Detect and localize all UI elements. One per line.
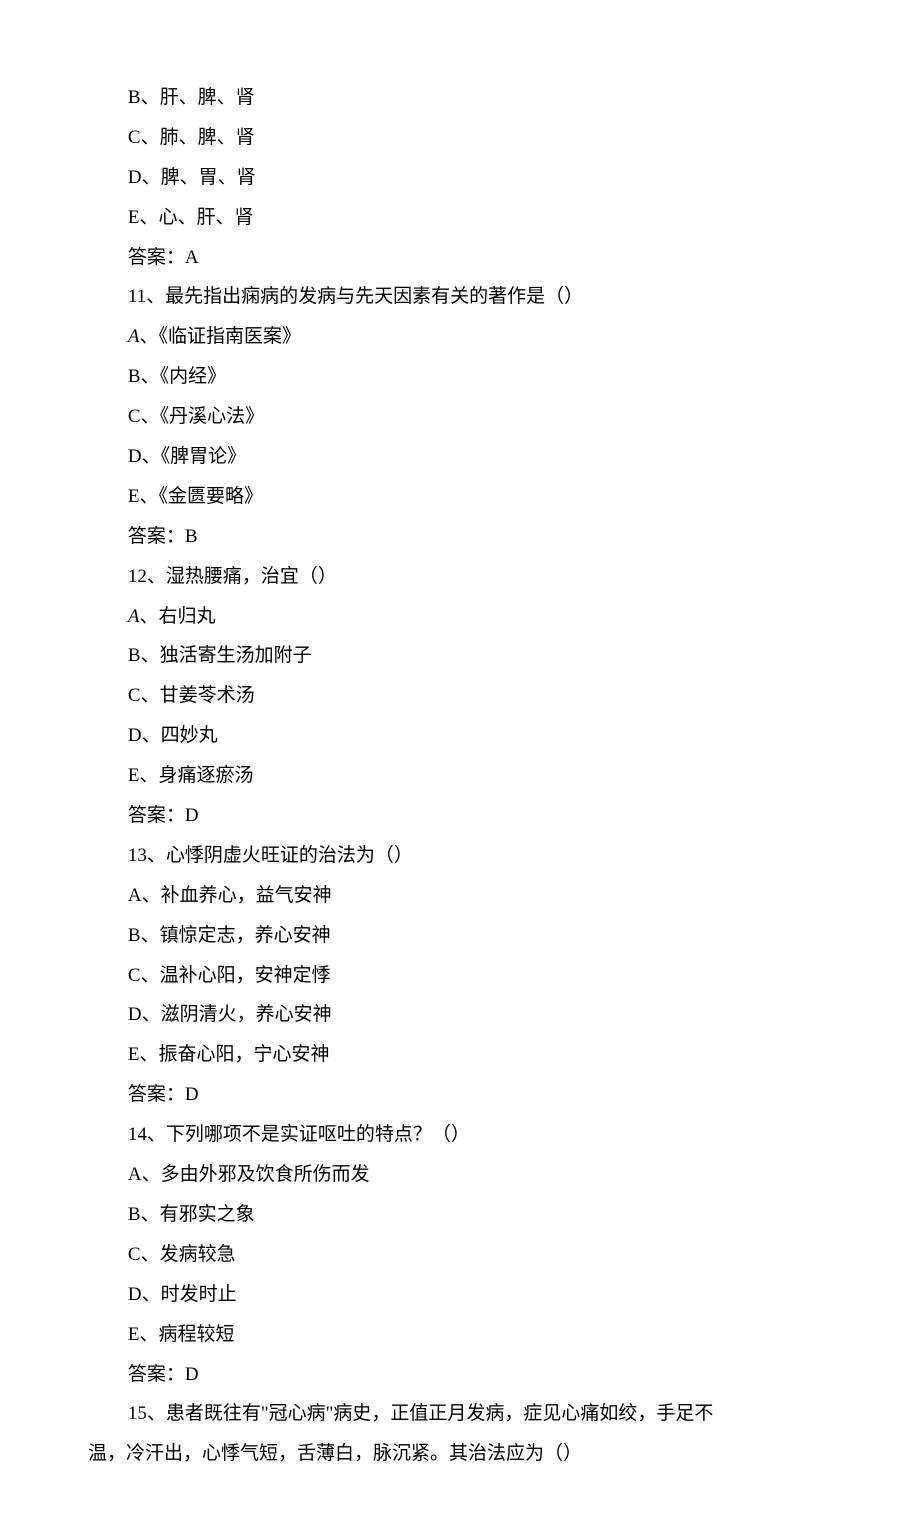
- text-line-continuation: 温，冷汗出，心悸气短，舌薄白，脉沉紧。其治法应为（）: [88, 1434, 832, 1474]
- text-line: 13、心悸阴虚火旺证的治法为（）: [88, 836, 832, 876]
- text-line: C、《丹溪心法》: [88, 397, 832, 437]
- text-line: A、补血养心，益气安神: [88, 876, 832, 916]
- text-line: D、《脾胃论》: [88, 437, 832, 477]
- text-line: B、镇惊定志，养心安神: [88, 916, 832, 956]
- text-line: 15、患者既往有"冠心病"病史，正值正月发病，症见心痛如绞，手足不: [88, 1394, 832, 1434]
- text-line: 答案：D: [88, 1355, 832, 1395]
- text-line: 答案：B: [88, 517, 832, 557]
- text-line: E、《金匮要略》: [88, 477, 832, 517]
- text-line: E、振奋心阳，宁心安神: [88, 1035, 832, 1075]
- text-line: 答案：D: [88, 1075, 832, 1115]
- text-line: B、有邪实之象: [88, 1195, 832, 1235]
- option-text: 、右归丸: [140, 606, 216, 627]
- text-line: 答案：D: [88, 796, 832, 836]
- option-label-a: A: [128, 606, 140, 627]
- text-line: A、右归丸: [88, 597, 832, 637]
- text-line: B、肝、脾、肾: [88, 78, 832, 118]
- option-text: 、《临证指南医案》: [140, 326, 302, 347]
- document-page: B、肝、脾、肾C、肺、脾、肾D、脾、胃、肾E、心、肝、肾答案：A11、最先指出痫…: [0, 0, 920, 1514]
- text-line: D、四妙丸: [88, 716, 832, 756]
- text-line: C、肺、脾、肾: [88, 118, 832, 158]
- text-line: 14、下列哪项不是实证呕吐的特点？（）: [88, 1115, 832, 1155]
- text-line: D、滋阴清火，养心安神: [88, 995, 832, 1035]
- text-line: A、《临证指南医案》: [88, 317, 832, 357]
- text-line: E、病程较短: [88, 1315, 832, 1355]
- text-line: C、甘姜苓术汤: [88, 676, 832, 716]
- text-line: E、身痛逐瘀汤: [88, 756, 832, 796]
- text-line: 11、最先指出痫病的发病与先天因素有关的著作是（）: [88, 277, 832, 317]
- text-line: 12、湿热腰痛，治宜（）: [88, 557, 832, 597]
- text-line: E、心、肝、肾: [88, 198, 832, 238]
- text-line: B、独活寄生汤加附子: [88, 636, 832, 676]
- text-line: C、发病较急: [88, 1235, 832, 1275]
- text-line: B、《内经》: [88, 357, 832, 397]
- text-line: D、时发时止: [88, 1275, 832, 1315]
- text-line: C、温补心阳，安神定悸: [88, 956, 832, 996]
- document-content: B、肝、脾、肾C、肺、脾、肾D、脾、胃、肾E、心、肝、肾答案：A11、最先指出痫…: [88, 78, 832, 1474]
- text-line: D、脾、胃、肾: [88, 158, 832, 198]
- text-line: 答案：A: [88, 238, 832, 278]
- text-line: A、多由外邪及饮食所伤而发: [88, 1155, 832, 1195]
- option-label-a: A: [128, 326, 140, 347]
